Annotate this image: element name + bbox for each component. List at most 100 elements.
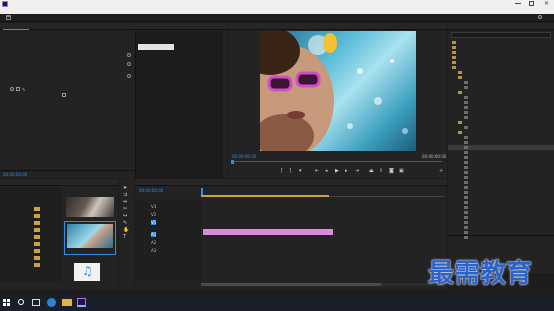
track-select-tool-icon[interactable]: ⇉ bbox=[123, 192, 129, 199]
search-icon[interactable] bbox=[18, 299, 24, 305]
folder-icon[interactable] bbox=[34, 235, 40, 239]
hand-tool-icon[interactable]: ✋ bbox=[123, 227, 129, 234]
razor-tool-icon[interactable]: ✂ bbox=[123, 206, 129, 213]
go-to-out-icon[interactable]: ⇥ bbox=[355, 167, 359, 175]
effect-icon bbox=[464, 196, 468, 199]
effect-icon bbox=[464, 126, 468, 129]
browser-icon[interactable] bbox=[47, 298, 56, 307]
export-frame-icon[interactable]: ◙ bbox=[389, 167, 394, 175]
pen-tool-icon[interactable]: ✎ bbox=[123, 220, 129, 227]
file-explorer-icon[interactable] bbox=[62, 299, 72, 306]
folder-icon[interactable] bbox=[34, 263, 40, 267]
timeline-scrollbar[interactable] bbox=[201, 283, 445, 286]
effect-icon bbox=[464, 171, 468, 174]
mini-timeline bbox=[135, 31, 223, 178]
tools-panel: ➤ ⇉ ⇹ ✂ ↔ ✎ ✋ T bbox=[119, 179, 134, 290]
folder-tree bbox=[0, 187, 62, 282]
track-label[interactable]: A3 bbox=[151, 248, 156, 253]
effect-icon bbox=[464, 221, 468, 224]
reset-icon[interactable] bbox=[127, 53, 131, 57]
effect-icon bbox=[464, 211, 468, 214]
reset-icon[interactable] bbox=[127, 74, 131, 78]
media-thumbnail[interactable] bbox=[66, 197, 114, 217]
program-monitor-video bbox=[260, 31, 416, 151]
effects-panel-header bbox=[448, 23, 554, 30]
play-icon[interactable]: ▶ bbox=[335, 167, 339, 175]
folder-icon bbox=[452, 46, 456, 49]
folder-icon bbox=[458, 121, 462, 124]
lift-icon[interactable]: ⏏ bbox=[369, 167, 374, 175]
effect-icon bbox=[464, 181, 468, 184]
slip-tool-icon[interactable]: ↔ bbox=[123, 213, 129, 220]
ripple-edit-tool-icon[interactable]: ⇹ bbox=[123, 199, 129, 206]
step-back-icon[interactable]: ◂ bbox=[325, 167, 328, 175]
effect-icon bbox=[464, 176, 468, 179]
comparison-view-icon[interactable]: ▣ bbox=[399, 167, 404, 175]
home-icon[interactable] bbox=[6, 15, 11, 20]
mark-out-icon[interactable]: ⌉ bbox=[289, 167, 291, 175]
type-tool-icon[interactable]: T bbox=[123, 234, 129, 241]
folder-icon bbox=[452, 66, 456, 69]
track-headers: V3 V2 V1 A1 A2 A3 bbox=[135, 199, 201, 281]
effect-icon bbox=[464, 101, 468, 104]
program-timecode-left[interactable]: 00:00:00:00 bbox=[232, 154, 256, 159]
effect-icon bbox=[464, 191, 468, 194]
effects-search-input[interactable] bbox=[451, 32, 551, 38]
marker-icon[interactable]: ▾ bbox=[299, 167, 302, 175]
effect-icon bbox=[464, 161, 468, 164]
effect-controls-timecode[interactable]: 00:00:00:00 bbox=[3, 172, 27, 177]
folder-icon[interactable] bbox=[34, 249, 40, 253]
folder-icon[interactable] bbox=[34, 214, 40, 218]
reset-icons bbox=[127, 53, 133, 93]
folder-icon[interactable] bbox=[34, 221, 40, 225]
transport-controls: ⌈ ⌉ ▾ ⇤ ◂ ▶ ▸ ⇥ ⏏ ⇪ ◙ ▣ bbox=[281, 167, 411, 175]
mask-ellipse-icon[interactable] bbox=[10, 87, 14, 91]
folder-icon bbox=[458, 71, 462, 74]
effects-panel bbox=[448, 23, 554, 273]
timeline-timecode[interactable]: 00:00:00:00 bbox=[139, 188, 163, 193]
timeline-ruler[interactable] bbox=[201, 188, 445, 197]
mark-in-icon[interactable]: ⌈ bbox=[281, 167, 283, 175]
folder-icon[interactable] bbox=[34, 256, 40, 260]
maximize-button[interactable] bbox=[529, 1, 534, 6]
premiere-taskbar-icon[interactable] bbox=[77, 298, 86, 307]
go-to-in-icon[interactable]: ⇤ bbox=[315, 167, 319, 175]
track-label[interactable]: A1 bbox=[151, 232, 157, 237]
folder-icon[interactable] bbox=[34, 207, 40, 211]
folder-icon bbox=[452, 51, 456, 54]
checkbox[interactable] bbox=[62, 93, 66, 97]
extract-icon[interactable]: ⇪ bbox=[379, 167, 383, 175]
mask-rect-icon[interactable] bbox=[16, 87, 20, 91]
add-button-icon[interactable]: + bbox=[439, 167, 443, 175]
effect-icon bbox=[464, 226, 468, 229]
effect-icon bbox=[464, 156, 468, 159]
step-forward-icon[interactable]: ▸ bbox=[345, 167, 348, 175]
thumbnail-image bbox=[67, 224, 113, 248]
minimize-button[interactable] bbox=[515, 3, 521, 4]
close-button[interactable]: ✕ bbox=[544, 0, 549, 8]
mask-pen-icon[interactable]: ✎ bbox=[22, 87, 25, 92]
folder-icon[interactable] bbox=[34, 242, 40, 246]
effect-icon bbox=[464, 146, 468, 149]
v1-track-clip[interactable] bbox=[203, 229, 333, 235]
track-label[interactable]: V2 bbox=[151, 212, 156, 217]
track-label[interactable]: V3 bbox=[151, 204, 156, 209]
track-label[interactable]: V1 bbox=[151, 220, 157, 225]
windows-start-icon[interactable] bbox=[3, 299, 11, 307]
program-scrubber[interactable] bbox=[231, 160, 442, 164]
timeline-tab bbox=[135, 179, 447, 186]
folder-icon[interactable] bbox=[34, 228, 40, 232]
effect-icon bbox=[464, 86, 468, 89]
mini-timeline-clip[interactable] bbox=[138, 44, 174, 50]
track-label[interactable]: A2 bbox=[151, 240, 156, 245]
media-thumbnail-selected[interactable] bbox=[64, 221, 116, 255]
search-icon[interactable] bbox=[538, 15, 542, 19]
effect-controls-tabs bbox=[0, 23, 228, 30]
playhead-marker[interactable] bbox=[231, 160, 234, 164]
audio-file-tile[interactable]: ♫ bbox=[74, 263, 100, 281]
effect-icon bbox=[464, 106, 468, 109]
selection-tool-icon[interactable]: ➤ bbox=[123, 185, 129, 192]
work-area-bar[interactable] bbox=[201, 195, 329, 197]
reset-icon[interactable] bbox=[127, 62, 131, 66]
task-view-icon[interactable] bbox=[32, 299, 40, 306]
